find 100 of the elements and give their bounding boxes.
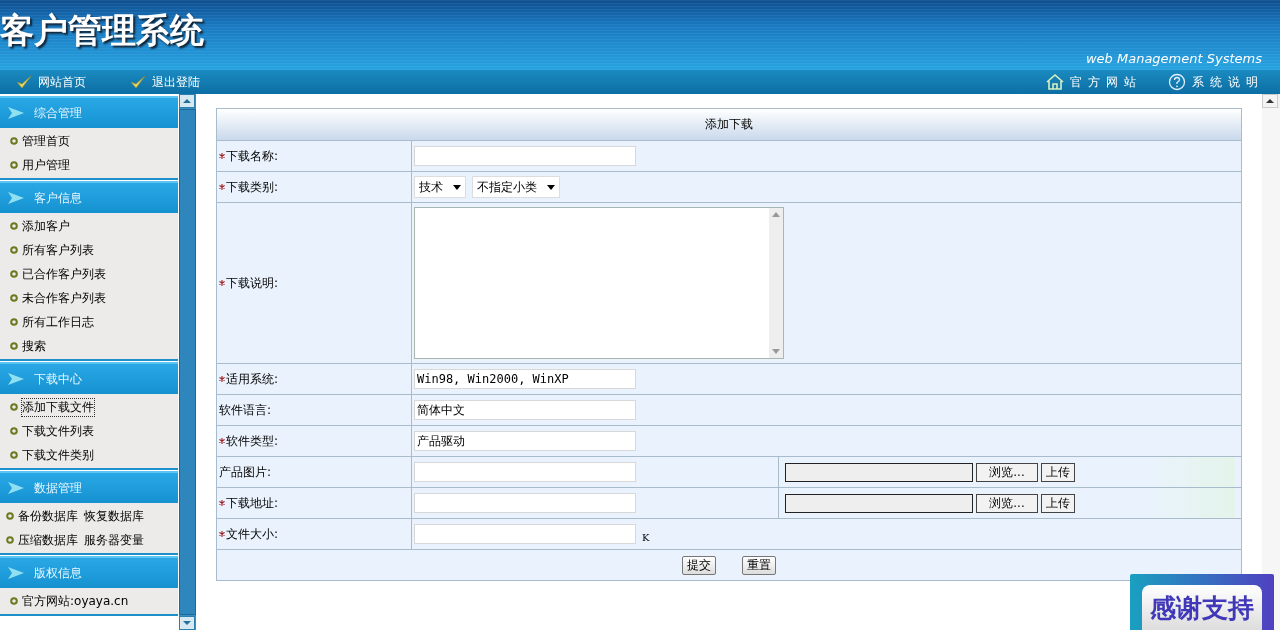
triangle-icon: [8, 107, 24, 119]
unit-label: K: [642, 531, 650, 543]
triangle-icon: [8, 567, 24, 579]
sidebar-item-label: 已合作客户列表: [22, 265, 106, 283]
sidebar-item[interactable]: 搜索: [0, 334, 179, 358]
field-label: 适用系统:: [226, 370, 279, 388]
dropdown[interactable]: 技术: [414, 176, 466, 198]
sidebar-item[interactable]: 下载文件类别: [0, 443, 179, 467]
scrollbar[interactable]: [1262, 94, 1280, 630]
dropdown[interactable]: 不指定小类: [472, 176, 560, 198]
sidebar-item-label: 用户管理: [22, 156, 70, 174]
required-asterisk-icon: [219, 280, 225, 286]
browse-button[interactable]: 浏览...: [976, 462, 1038, 482]
triangle-icon: [8, 482, 24, 494]
site-subtitle: web Management Systems: [1085, 51, 1262, 66]
field-label: 下载说明:: [226, 274, 279, 292]
input-field[interactable]: [414, 524, 636, 544]
sidebar-item[interactable]: 备份数据库: [0, 504, 84, 528]
ring-bullet-icon: [10, 222, 18, 230]
browse-button[interactable]: 浏览...: [976, 493, 1038, 513]
field-label: 软件语言:: [219, 401, 272, 419]
ring-bullet-icon: [10, 451, 18, 459]
sidebar-item[interactable]: 管理首页: [0, 129, 179, 153]
ring-bullet-icon: [10, 270, 18, 278]
section-title: 下载中心: [34, 370, 82, 388]
input-field[interactable]: [414, 493, 636, 513]
input-field[interactable]: 简体中文: [414, 400, 636, 420]
upload-button[interactable]: 上传: [1041, 493, 1075, 513]
sidebar-item-label: 未合作客户列表: [22, 289, 106, 307]
nav-link-label: 网站首页: [38, 73, 86, 91]
field-label: 软件类型:: [226, 432, 279, 450]
required-asterisk-icon: [219, 184, 225, 190]
file-path-field[interactable]: [785, 493, 973, 513]
nav-link-label: 系统说明: [1192, 73, 1264, 91]
sidebar-item-label: 下载文件列表: [22, 422, 94, 440]
section-title: 综合管理: [34, 104, 82, 122]
checkmark-icon: [16, 74, 32, 90]
sidebar-item-label: 备份数据库: [18, 507, 78, 525]
form-title: 添加下载: [217, 109, 1241, 140]
nav-link[interactable]: 退出登陆: [130, 73, 200, 91]
sidebar-item-label: 所有客户列表: [22, 241, 94, 259]
scroll-down-arrow-icon[interactable]: [772, 349, 780, 354]
field-label: 文件大小:: [226, 525, 279, 543]
sidebar-item[interactable]: 所有工作日志: [0, 310, 179, 334]
nav-link-label: 退出登陆: [152, 73, 200, 91]
triangle-icon: [8, 373, 24, 385]
ring-bullet-icon: [10, 294, 18, 302]
sidebar-item[interactable]: 下载文件列表: [0, 419, 179, 443]
input-field[interactable]: [414, 462, 636, 482]
sidebar-item[interactable]: 未合作客户列表: [0, 286, 179, 310]
sidebar-item-label: 搜索: [22, 337, 46, 355]
ring-bullet-icon: [10, 342, 18, 350]
sidebar-item-label: 官方网站:oyaya.cn: [22, 592, 129, 610]
input-field[interactable]: 产品驱动: [414, 431, 636, 451]
ring-bullet-icon: [10, 597, 18, 605]
required-asterisk-icon: [219, 531, 225, 537]
field-label: 产品图片:: [219, 463, 272, 481]
input-field[interactable]: Win98, Win2000, WinXP: [414, 369, 636, 389]
sidebar-item-label: 压缩数据库: [18, 531, 78, 549]
caret-icon: [547, 184, 555, 190]
section-title: 数据管理: [34, 479, 82, 497]
nav-link[interactable]: 系统说明: [1168, 73, 1264, 91]
section-title: 版权信息: [34, 564, 82, 582]
sidebar-item[interactable]: 添加客户: [0, 214, 179, 238]
field-label: 下载类别:: [226, 178, 279, 196]
nav-link[interactable]: 网站首页: [16, 73, 86, 91]
sidebar-item[interactable]: 压缩数据库: [0, 528, 84, 552]
sidebar-item-label: 恢复数据库: [84, 507, 144, 525]
ring-bullet-icon: [10, 246, 18, 254]
sidebar-item-label: 所有工作日志: [22, 313, 94, 331]
thanks-badge[interactable]: 感谢支持: [1130, 574, 1274, 630]
upload-button[interactable]: 上传: [1041, 462, 1075, 482]
sidebar-item-label: 服务器变量: [84, 531, 144, 549]
nav-link[interactable]: 官方网站: [1046, 73, 1142, 91]
required-asterisk-icon: [219, 376, 225, 382]
ring-bullet-icon: [10, 318, 18, 326]
help-icon: [1168, 73, 1186, 91]
required-asterisk-icon: [219, 500, 225, 506]
sidebar-item[interactable]: 所有客户列表: [0, 238, 179, 262]
nav-link-label: 官方网站: [1070, 73, 1142, 91]
form-button[interactable]: 重置: [742, 555, 776, 575]
ring-bullet-icon: [10, 403, 18, 411]
file-path-field[interactable]: [785, 462, 973, 482]
ring-bullet-icon: [10, 161, 18, 169]
required-asterisk-icon: [219, 438, 225, 444]
sidebar-item[interactable]: 恢复数据库: [84, 504, 179, 528]
sidebar-item[interactable]: 服务器变量: [84, 528, 179, 552]
form-button[interactable]: 提交: [682, 555, 716, 575]
sidebar-item-label: 下载文件类别: [22, 446, 94, 464]
input-field[interactable]: [414, 146, 636, 166]
triangle-icon: [8, 192, 24, 204]
sidebar-item[interactable]: 添加下载文件: [0, 395, 179, 419]
house-icon: [1046, 73, 1064, 91]
ring-bullet-icon: [10, 137, 18, 145]
sidebar-item[interactable]: 用户管理: [0, 153, 179, 177]
sidebar-item[interactable]: 官方网站:oyaya.cn: [0, 589, 179, 613]
scrollbar[interactable]: [179, 94, 196, 630]
checkmark-icon: [130, 74, 146, 90]
sidebar-item[interactable]: 已合作客户列表: [0, 262, 179, 286]
section-title: 客户信息: [34, 189, 82, 207]
